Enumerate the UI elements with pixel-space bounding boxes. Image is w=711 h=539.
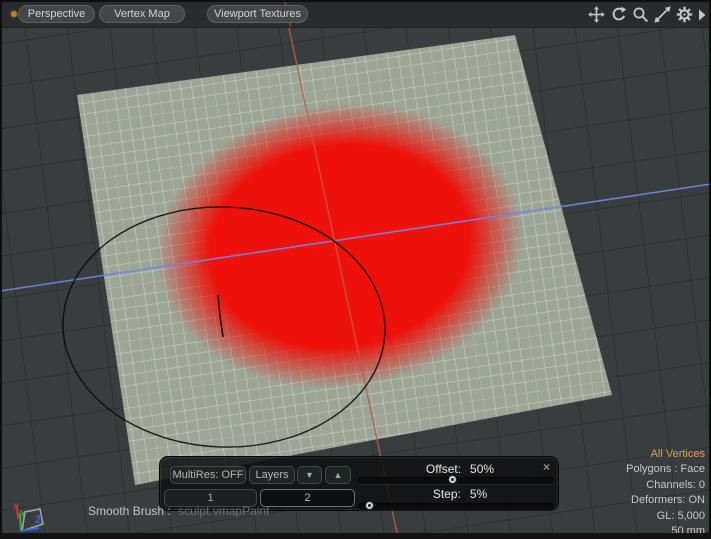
info-selection-mode: All Vertices	[626, 447, 705, 462]
offset-slider-handle[interactable]	[448, 475, 457, 484]
viewport-controls	[588, 6, 706, 23]
close-icon[interactable]: ×	[543, 461, 550, 473]
viewport-info-overlay: All Vertices Polygons : Face Channels: 0…	[626, 447, 705, 539]
down-arrow-icon: ▼	[305, 470, 314, 480]
modo-3d-viewport-window: X Y Z Perspective Vertex Map Viewport Te…	[0, 0, 711, 539]
step-value: 5%	[470, 487, 487, 501]
tool-status-label: Smooth Brush :	[88, 504, 171, 518]
bottom-strip	[0, 533, 711, 539]
rotate-icon[interactable]	[610, 6, 627, 23]
info-deformers: Deformers: ON	[626, 493, 705, 508]
step-slider[interactable]	[358, 503, 554, 510]
viewport-textures-button[interactable]: Viewport Textures	[207, 5, 308, 23]
info-channels: Channels: 0	[626, 478, 705, 493]
up-arrow-icon: ▲	[334, 470, 343, 480]
gear-icon[interactable]	[676, 6, 693, 23]
tool-status: Smooth Brush : sculpt.vmapPaint	[88, 504, 269, 518]
view-type-button[interactable]: Perspective	[18, 5, 95, 23]
multires-toggle-button[interactable]: MultiRes: OFF	[170, 466, 246, 484]
step-readout: Step: 5%	[360, 487, 560, 501]
viewport-header: Perspective Vertex Map Viewport Textures	[2, 2, 709, 28]
info-polygons: Polygons : Face	[626, 462, 705, 477]
layer-down-button[interactable]: ▼	[297, 466, 322, 484]
magnifier-icon[interactable]	[632, 6, 649, 23]
fit-view-icon[interactable]	[654, 6, 671, 23]
menu-arrow-icon[interactable]	[698, 9, 706, 21]
layer-page-2-button[interactable]: 2	[260, 489, 355, 507]
offset-slider[interactable]	[358, 477, 554, 484]
offset-value: 50%	[470, 462, 494, 476]
layer-up-button[interactable]: ▲	[325, 466, 351, 484]
viewport-canvas[interactable]	[2, 2, 709, 533]
sculpt-tool-hud: MultiRes: OFF Layers ▼ ▲ 1 2 Offset:50% …	[159, 456, 559, 511]
viewport-menu-dot[interactable]	[10, 10, 18, 18]
pan-icon[interactable]	[588, 6, 605, 23]
shading-mode-button[interactable]: Vertex Map	[99, 5, 185, 23]
tool-status-value[interactable]: sculpt.vmapPaint	[178, 504, 269, 518]
step-slider-handle[interactable]	[365, 501, 374, 510]
layers-button[interactable]: Layers	[249, 466, 295, 484]
offset-label: Offset:	[426, 462, 461, 476]
offset-readout: Offset: 50%	[360, 462, 560, 476]
info-gl-count: GL: 5,000	[626, 509, 705, 524]
step-label: Step:	[433, 487, 461, 501]
